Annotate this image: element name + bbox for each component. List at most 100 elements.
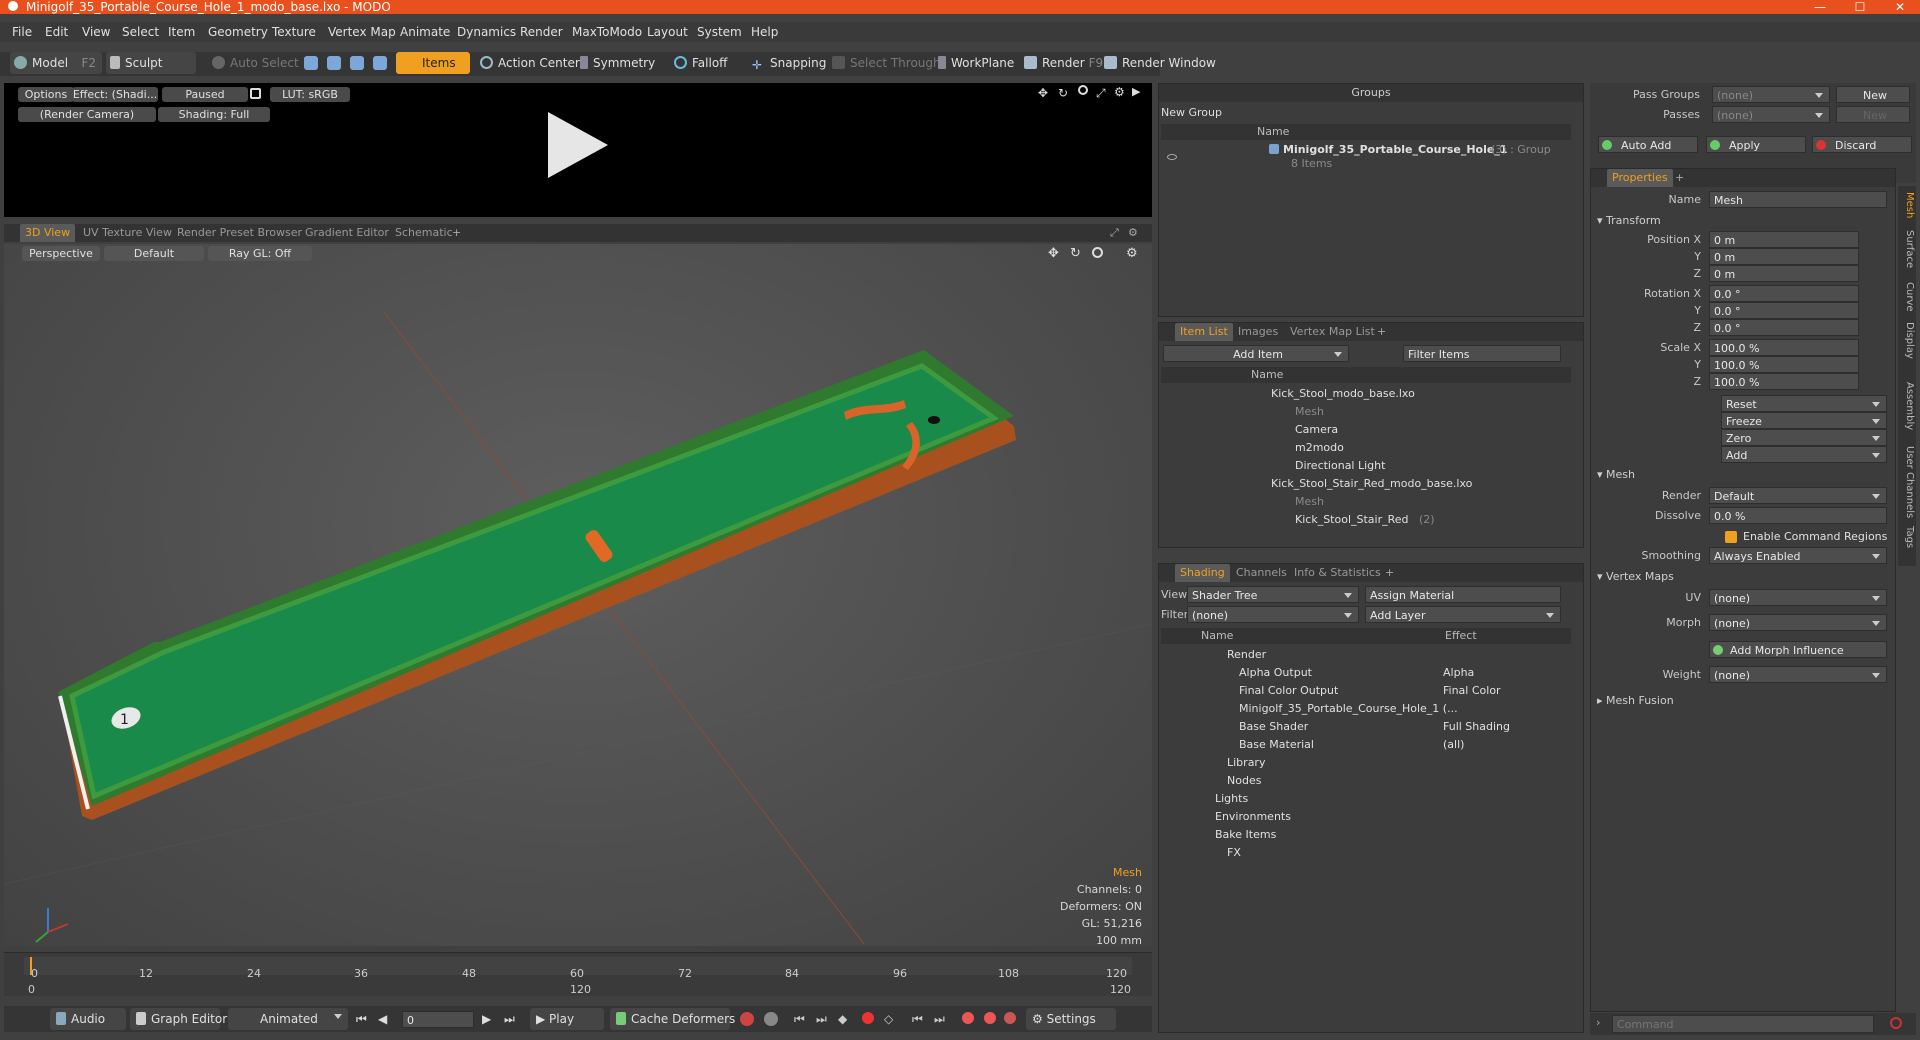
item-row[interactable]: Camera xyxy=(1295,421,1338,438)
preview-effect-dropdown[interactable]: Effect: (Shadi... xyxy=(72,87,158,102)
enable-command-regions-checkbox[interactable] xyxy=(1725,531,1737,543)
shader-row[interactable]: Base Material xyxy=(1239,736,1314,753)
shader-effect[interactable]: Final Color xyxy=(1443,682,1501,699)
snapping-button[interactable]: ✛ Snapping xyxy=(752,52,826,74)
key-add-icon[interactable] xyxy=(962,1012,974,1024)
menu-render[interactable]: Render xyxy=(520,25,563,39)
rotation-x-field[interactable]: 0.0 ° xyxy=(1709,285,1859,302)
preview-options-button[interactable]: Options xyxy=(18,87,74,102)
vertex-mode-icon[interactable] xyxy=(304,56,318,70)
command-stop-icon[interactable] xyxy=(1890,1017,1902,1029)
move-view-icon[interactable]: ✥ xyxy=(1038,86,1048,100)
filter-items-input[interactable]: Filter Items xyxy=(1403,345,1561,362)
key-prev-icon[interactable]: ⏮ xyxy=(794,1008,805,1030)
add-dropdown[interactable]: Add xyxy=(1721,446,1887,463)
minimize-icon[interactable]: — xyxy=(1800,0,1840,14)
assign-material-button[interactable]: Assign Material xyxy=(1365,586,1561,603)
shader-row[interactable]: Alpha Output xyxy=(1239,664,1312,681)
preview-camera-dropdown[interactable]: (Render Camera) xyxy=(18,107,156,122)
mesh-fusion-section[interactable]: ▸ Mesh Fusion xyxy=(1597,693,1674,709)
position-x-field[interactable]: 0 m xyxy=(1709,231,1859,248)
tab-schematic[interactable]: Schematic xyxy=(390,224,458,242)
frame-input[interactable]: 0 xyxy=(402,1011,474,1028)
add-layer-dropdown[interactable]: Add Layer xyxy=(1365,606,1561,623)
reset-dropdown[interactable]: Reset xyxy=(1721,395,1887,412)
shader-row[interactable]: Library xyxy=(1227,754,1265,771)
tab-uv-texture-view[interactable]: UV Texture View xyxy=(78,224,177,242)
edge-mode-icon[interactable] xyxy=(327,56,341,70)
menu-texture[interactable]: Texture xyxy=(272,25,316,39)
apply-button[interactable]: Apply xyxy=(1706,136,1806,153)
preview-shading-dropdown[interactable]: Shading: Full xyxy=(158,107,270,122)
side-tab-display[interactable]: Display xyxy=(1899,322,1915,359)
side-tab-tags[interactable]: Tags xyxy=(1899,526,1915,548)
render-window-button[interactable]: Render Window xyxy=(1104,52,1216,74)
animated-dropdown[interactable]: Animated xyxy=(228,1008,348,1030)
menu-select[interactable]: Select xyxy=(122,25,159,39)
scale-z-field[interactable]: 100.0 % xyxy=(1709,373,1859,390)
shader-view-dropdown[interactable]: Shader Tree xyxy=(1187,586,1359,603)
add-tab-icon[interactable]: + xyxy=(1675,169,1684,187)
workplane-button[interactable]: WorkPlane xyxy=(938,52,1014,74)
auto-add-button[interactable]: Auto Add xyxy=(1598,136,1698,153)
maximize-icon[interactable]: ☐ xyxy=(1840,0,1880,14)
position-y-field[interactable]: 0 m xyxy=(1709,248,1859,265)
menu-file[interactable]: File xyxy=(12,25,32,39)
rotation-y-field[interactable]: 0.0 ° xyxy=(1709,302,1859,319)
menu-item[interactable]: Item xyxy=(168,25,195,39)
key-next-icon[interactable]: ⏭ xyxy=(816,1008,827,1030)
go-end-icon[interactable]: ⏭ xyxy=(504,1008,515,1030)
rotate-view-icon[interactable]: ↻ xyxy=(1058,86,1068,100)
discard-button[interactable]: Discard xyxy=(1812,136,1912,153)
play-icon[interactable] xyxy=(544,110,610,180)
sculpt-button[interactable]: Sculpt xyxy=(106,52,196,74)
key-prev2-icon[interactable]: ⏮ xyxy=(912,1008,923,1030)
shader-row[interactable]: FX xyxy=(1227,844,1241,861)
record-key-icon[interactable] xyxy=(740,1012,754,1026)
side-tab-user-channels[interactable]: User Channels xyxy=(1899,446,1915,518)
mesh-section[interactable]: ▾ Mesh xyxy=(1597,467,1635,483)
auto-key-icon[interactable] xyxy=(764,1012,778,1026)
tab-images[interactable]: Images xyxy=(1233,323,1283,341)
item-row[interactable]: Kick_Stool_Stair_Red xyxy=(1295,511,1409,528)
select-through-button[interactable]: Select Through xyxy=(832,52,941,74)
command-input[interactable] xyxy=(1612,1015,1874,1033)
model-button[interactable]: Model F2 xyxy=(10,52,102,74)
tab-channels[interactable]: Channels xyxy=(1231,564,1292,582)
position-z-field[interactable]: 0 m xyxy=(1709,265,1859,282)
smoothing-dropdown[interactable]: Always Enabled xyxy=(1709,547,1887,564)
maximize-view-icon[interactable]: ⤢ xyxy=(1096,86,1106,101)
timeline[interactable]: 0 12 24 36 48 60 72 84 96 108 120 0 120 … xyxy=(4,952,1152,996)
key-clear-icon[interactable] xyxy=(1004,1012,1016,1024)
shading-filter-dropdown[interactable]: (none) xyxy=(1187,606,1359,623)
key-next2-icon[interactable]: ⏭ xyxy=(934,1008,945,1030)
item-row[interactable]: m2modo xyxy=(1295,439,1344,456)
side-tab-curve[interactable]: Curve xyxy=(1899,282,1915,312)
transform-section[interactable]: ▾ Transform xyxy=(1597,213,1661,229)
rotation-z-field[interactable]: 0.0 ° xyxy=(1709,319,1859,336)
menu-layout[interactable]: Layout xyxy=(647,25,688,39)
menu-geometry[interactable]: Geometry xyxy=(208,25,268,39)
freeze-dropdown[interactable]: Freeze xyxy=(1721,412,1887,429)
close-icon[interactable]: ✕ xyxy=(1880,0,1920,14)
add-tab-icon[interactable]: + xyxy=(1377,323,1386,341)
pass-groups-dropdown[interactable]: (none) xyxy=(1712,86,1830,103)
material-mode-icon[interactable] xyxy=(373,56,387,70)
morph-dropdown[interactable]: (none) xyxy=(1709,614,1887,631)
shader-effect[interactable]: Full Shading xyxy=(1443,718,1510,735)
zero-dropdown[interactable]: Zero xyxy=(1721,429,1887,446)
side-tab-assembly[interactable]: Assembly xyxy=(1899,382,1915,430)
tab-info-statistics[interactable]: Info & Statistics xyxy=(1289,564,1386,582)
tab-gradient-editor[interactable]: Gradient Editor xyxy=(300,224,394,242)
group-visibility-icon[interactable] xyxy=(1167,154,1177,160)
graph-editor-button[interactable]: Graph Editor xyxy=(130,1008,227,1030)
shader-row[interactable]: Nodes xyxy=(1227,772,1261,789)
playhead[interactable] xyxy=(30,957,32,975)
preview-settings-icon[interactable]: ⚙ xyxy=(1114,85,1125,99)
cache-deformers-button[interactable]: Cache Deformers xyxy=(610,1008,735,1030)
menu-system[interactable]: System xyxy=(697,25,742,39)
render-button[interactable]: Render F9 xyxy=(1024,52,1103,74)
add-morph-influence-button[interactable]: Add Morph Influence xyxy=(1709,641,1887,658)
shader-row[interactable]: Minigolf_35_Portable_Course_Hole_1 (... xyxy=(1239,700,1458,717)
passes-new-button[interactable]: New xyxy=(1836,106,1910,123)
